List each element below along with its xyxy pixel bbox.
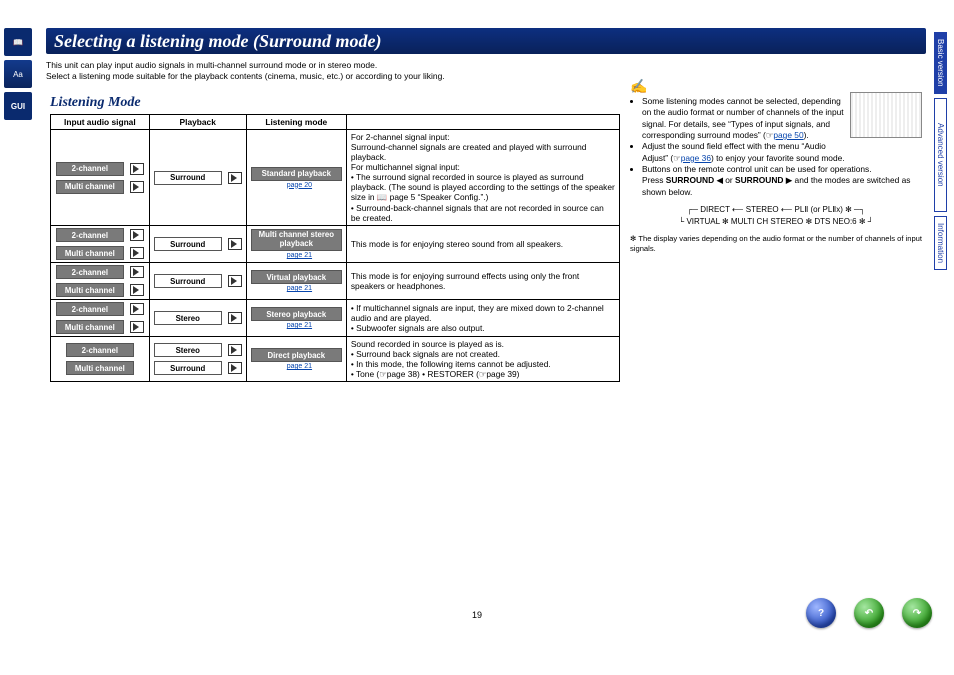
- pill-mode: Stereo playback: [251, 307, 342, 321]
- tab-information[interactable]: Information: [934, 216, 947, 270]
- right-tabs: Basic version Advanced version Informati…: [934, 32, 952, 274]
- book-icon[interactable]: 📖: [4, 28, 32, 56]
- pill-surround: Surround: [154, 237, 222, 251]
- pill-mode: Multi channel stereo playback: [251, 229, 342, 251]
- arrow-icon: [130, 266, 144, 278]
- pill-2ch: 2-channel: [56, 265, 124, 279]
- listening-mode-table: Input audio signal Playback Listening mo…: [50, 114, 620, 382]
- page-ref[interactable]: page 21: [287, 363, 312, 370]
- notes-column: Some listening modes cannot be selected,…: [630, 92, 922, 255]
- pill-surround: Surround: [154, 274, 222, 288]
- arrow-icon: [130, 303, 144, 315]
- help-button[interactable]: ?: [806, 598, 836, 628]
- forward-button[interactable]: ↷: [902, 598, 932, 628]
- pill-mode: Virtual playback: [251, 270, 342, 284]
- table-row: 2-channel Multi channel Stereo Surround …: [51, 337, 620, 382]
- pill-2ch: 2-channel: [56, 302, 124, 316]
- footer-buttons: ? ↶ ↷: [806, 598, 932, 628]
- arrow-icon: [228, 362, 242, 374]
- page-ref[interactable]: page 21: [287, 252, 312, 259]
- th-playback: Playback: [149, 115, 246, 130]
- arrow-icon: [228, 172, 242, 184]
- pill-surround: Surround: [154, 171, 222, 185]
- page-ref[interactable]: page 21: [287, 285, 312, 292]
- arrow-icon: [130, 247, 144, 259]
- pill-2ch: 2-channel: [66, 343, 134, 357]
- pill-2ch: 2-channel: [56, 228, 124, 242]
- gui-icon[interactable]: GUI: [4, 92, 32, 120]
- desc-cell: This mode is for enjoying surround effec…: [346, 263, 619, 300]
- footnote: ✻ The display varies depending on the au…: [630, 234, 922, 255]
- pill-multi: Multi channel: [56, 246, 124, 260]
- pill-surround: Surround: [154, 361, 222, 375]
- page-title: Selecting a listening mode (Surround mod…: [46, 28, 926, 54]
- intro-line: This unit can play input audio signals i…: [46, 60, 377, 70]
- arrow-icon: [228, 312, 242, 324]
- arrow-icon: [130, 229, 144, 241]
- note-item: Buttons on the remote control unit can b…: [642, 164, 922, 198]
- arrow-icon: [228, 238, 242, 250]
- aa-icon[interactable]: Aa: [4, 60, 32, 88]
- page-ref[interactable]: page 21: [287, 322, 312, 329]
- left-icon-rail: 📖 Aa GUI: [4, 24, 36, 124]
- remote-illustration: [850, 92, 922, 138]
- mode-cycle-diagram: ┌─ DIRECT ⟵ STEREO ⟵ PLⅡ (or PLⅡx) ✻ ─┐ …: [630, 204, 922, 228]
- pill-2ch: 2-channel: [56, 162, 124, 176]
- table-row: 2-channel Multi channel Stereo Stereo pl…: [51, 300, 620, 337]
- arrow-icon: [228, 275, 242, 287]
- arrow-icon: [130, 181, 144, 193]
- section-heading: Listening Mode: [50, 96, 141, 110]
- desc-cell: Sound recorded in source is played as is…: [346, 337, 619, 382]
- desc-cell: This mode is for enjoying stereo sound f…: [346, 226, 619, 263]
- table-row: 2-channel Multi channel Surround Multi c…: [51, 226, 620, 263]
- intro-line: Select a listening mode suitable for the…: [46, 71, 445, 81]
- page-ref[interactable]: page 50: [773, 130, 803, 140]
- desc-cell: • If multichannel signals are input, the…: [346, 300, 619, 337]
- arrow-icon: [228, 344, 242, 356]
- page-ref[interactable]: page 36: [681, 153, 711, 163]
- note-item: Adjust the sound field effect with the m…: [642, 141, 922, 164]
- tab-basic[interactable]: Basic version: [934, 32, 947, 94]
- table-row: 2-channel Multi channel Surround Virtual…: [51, 263, 620, 300]
- page-ref[interactable]: page 20: [287, 182, 312, 189]
- pill-multi: Multi channel: [56, 320, 124, 334]
- tab-advanced[interactable]: Advanced version: [934, 98, 947, 212]
- back-button[interactable]: ↶: [854, 598, 884, 628]
- pill-mode: Standard playback: [251, 167, 342, 181]
- arrow-icon: [130, 321, 144, 333]
- pill-multi: Multi channel: [66, 361, 134, 375]
- pill-multi: Multi channel: [56, 283, 124, 297]
- pill-mode: Direct playback: [251, 348, 342, 362]
- pill-multi: Multi channel: [56, 180, 124, 194]
- table-row: 2-channel Multi channel Surround Standar…: [51, 130, 620, 226]
- desc-cell: For 2-channel signal input: Surround-cha…: [346, 130, 619, 226]
- pill-stereo: Stereo: [154, 343, 222, 357]
- th-input: Input audio signal: [51, 115, 150, 130]
- arrow-icon: [130, 163, 144, 175]
- intro-text: This unit can play input audio signals i…: [46, 60, 926, 83]
- th-desc: [346, 115, 619, 130]
- arrow-icon: [130, 284, 144, 296]
- pill-stereo: Stereo: [154, 311, 222, 325]
- th-mode: Listening mode: [246, 115, 346, 130]
